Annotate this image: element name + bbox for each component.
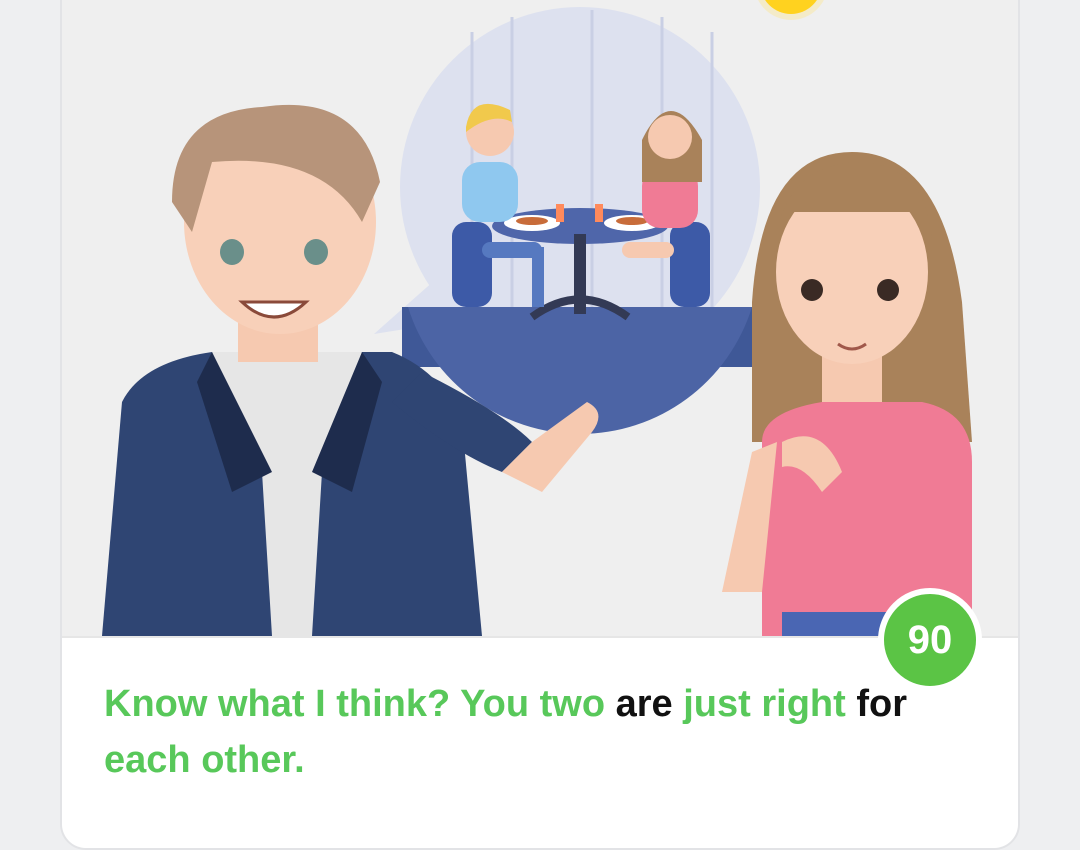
reward-amount: +12 bbox=[840, 0, 931, 13]
word[interactable]: other. bbox=[201, 739, 304, 781]
word[interactable]: two bbox=[540, 683, 605, 725]
conversation-illustration bbox=[102, 7, 972, 636]
word[interactable]: right bbox=[761, 683, 845, 725]
word[interactable]: You bbox=[460, 683, 529, 725]
word[interactable]: just bbox=[683, 683, 751, 725]
result-sentence: Know what I think? You two are just righ… bbox=[104, 676, 984, 788]
lesson-card: ♛ +12 Know what I think? You two are jus… bbox=[60, 0, 1020, 850]
woman-character bbox=[722, 152, 972, 636]
thought-bubble bbox=[374, 7, 762, 434]
reward-badge: ♛ +12 bbox=[760, 0, 931, 28]
word[interactable]: each bbox=[104, 739, 191, 781]
word[interactable]: for bbox=[856, 683, 907, 725]
word[interactable]: I bbox=[315, 683, 326, 725]
word[interactable]: think? bbox=[336, 683, 450, 725]
score-badge: 90 bbox=[878, 588, 982, 692]
word[interactable]: what bbox=[218, 683, 305, 725]
crown-coin-icon: ♛ bbox=[760, 0, 822, 14]
sentence-panel: Know what I think? You two are just righ… bbox=[62, 636, 1018, 848]
word[interactable]: are bbox=[616, 683, 673, 725]
illustration-scene: ♛ +12 bbox=[62, 0, 1018, 636]
word[interactable]: Know bbox=[104, 683, 207, 725]
